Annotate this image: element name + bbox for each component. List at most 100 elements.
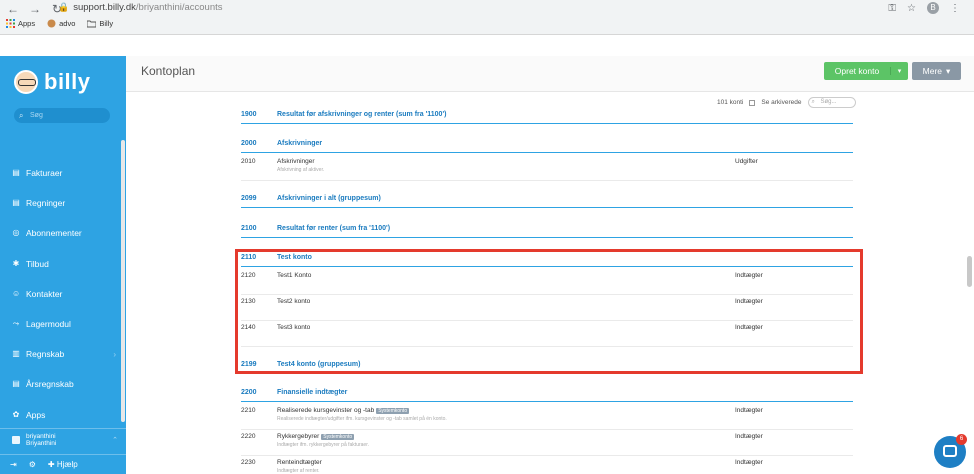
- inventory-icon: ⤳: [12, 319, 20, 329]
- account-description: Afskrivning af aktiver.: [277, 167, 325, 173]
- sidebar-footer: ⇥ ⚙ ✚ Hjælp: [0, 454, 126, 474]
- group-row[interactable]: 2200 Finansielle indtægter: [241, 389, 853, 402]
- sidebar-scrollbar[interactable]: [121, 140, 125, 422]
- chat-badge: 6: [956, 434, 967, 445]
- sidebar-search-input[interactable]: ⌕ Søg: [14, 108, 110, 123]
- sidebar-item-label: Lagermodul: [26, 319, 71, 330]
- apps-grid-icon: [6, 19, 15, 28]
- sidebar-menu: ▤ Fakturaer ▤ Regninger ◎ Abonnementer ✱ Til…: [0, 158, 126, 430]
- account-number: 2220: [241, 433, 256, 440]
- page-title: Kontoplan: [141, 64, 196, 78]
- organization-icon: [12, 435, 20, 444]
- account-number: 2100: [241, 225, 257, 232]
- account-row[interactable]: 2230 Renteindtægter Indtægter af renter. In…: [241, 456, 853, 474]
- settings-icon[interactable]: ⚙: [29, 460, 36, 469]
- help-link[interactable]: ✚ Hjælp: [48, 460, 78, 469]
- chevron-down-icon[interactable]: ▾: [890, 67, 908, 75]
- account-type: Indtægter: [735, 407, 763, 414]
- annual-report-icon: ▤: [12, 379, 20, 389]
- group-row[interactable]: 2000 Afskrivninger: [241, 140, 853, 153]
- billy-face-icon: [14, 70, 38, 94]
- account-name: Afskrivninger: [277, 158, 315, 165]
- sidebar-item-tilbud[interactable]: ✱ Tilbud: [0, 249, 126, 279]
- billy-logo[interactable]: billy: [14, 69, 91, 95]
- highlight-box: [235, 249, 863, 374]
- brand-name: billy: [44, 69, 91, 94]
- profile-avatar[interactable]: B: [927, 2, 939, 14]
- sidebar: billy ⌕ Søg ▤ Fakturaer ▤ Regninger ◎ Abonn…: [0, 56, 126, 474]
- sidebar-item-lagermodul[interactable]: ⤳ Lagermodul: [0, 309, 126, 339]
- chat-icon: [943, 445, 957, 457]
- address-bar[interactable]: 🔒 support.billy.dk/briyanthini/accounts: [58, 2, 223, 13]
- accounts-search-input[interactable]: ⌕ Søg...: [807, 97, 856, 108]
- group-row[interactable]: 1900 Resultat før afskrivninger og renter…: [241, 111, 853, 124]
- chat-launcher[interactable]: 6: [934, 434, 967, 468]
- chevron-down-icon: ▾: [946, 65, 951, 76]
- bookmark-label: advo: [59, 19, 76, 28]
- search-icon: ⌕: [811, 99, 815, 105]
- sidebar-item-label: Apps: [26, 409, 46, 420]
- account-number: 2099: [241, 195, 257, 202]
- help-icon: ✚: [47, 460, 55, 469]
- group-row[interactable]: 2099 Afskrivninger i alt (gruppesum): [241, 195, 853, 208]
- sidebar-item-kontakter[interactable]: ☺ Kontakter: [0, 279, 126, 309]
- advo-favicon-icon: [47, 19, 56, 28]
- sidebar-item-apps[interactable]: ✿ Apps: [0, 400, 126, 430]
- account-name: Afskrivninger i alt (gruppesum): [277, 195, 381, 202]
- account-name: Resultat før afskrivninger og renter (su…: [277, 111, 447, 118]
- url-host: support.billy.dk: [73, 2, 136, 13]
- account-type: Udgifter: [735, 158, 758, 165]
- accounts-toolbar: 101 konti Se arkiverede ⌕ Søg...: [717, 97, 856, 108]
- group-row[interactable]: 2100 Resultat før renter (sum fra '1100'): [241, 225, 853, 238]
- browser-actions: ⚿ ☆ B ⋮: [888, 2, 960, 14]
- sidebar-item-label: Tilbud: [26, 258, 49, 269]
- archived-checkbox[interactable]: [749, 99, 756, 106]
- search-placeholder: Søg: [30, 112, 43, 119]
- search-placeholder: Søg...: [820, 99, 837, 105]
- archived-label: Se arkiverede: [761, 99, 802, 106]
- logout-icon[interactable]: ⇥: [10, 460, 17, 469]
- sidebar-item-aarsregnskab[interactable]: ▤ Årsregnskab: [0, 369, 126, 399]
- account-number: 2010: [241, 158, 256, 165]
- accounting-icon: ▥: [12, 349, 20, 359]
- account-description: Indtægter ifm. rykkergebyrer på fakturae…: [277, 442, 369, 448]
- forward-icon[interactable]: →: [28, 2, 42, 16]
- sidebar-item-abonnementer[interactable]: ◎ Abonnementer: [0, 218, 126, 248]
- account-description: Realiserede indtægter/udgifter ifm. kurs…: [277, 416, 447, 422]
- sidebar-item-regnskab[interactable]: ▥ Regnskab ›: [0, 339, 126, 369]
- bookmark-billy[interactable]: Billy: [87, 19, 113, 28]
- back-icon[interactable]: ←: [6, 2, 20, 16]
- account-type: Indtægter: [735, 433, 763, 440]
- sidebar-item-label: Kontakter: [26, 288, 63, 299]
- bill-icon: ▤: [12, 198, 20, 208]
- sidebar-item-fakturaer[interactable]: ▤ Fakturaer: [0, 158, 126, 188]
- sidebar-item-label: Regnskab: [26, 349, 65, 360]
- menu-dots-icon[interactable]: ⋮: [950, 3, 960, 14]
- folder-icon: [87, 20, 97, 28]
- system-account-badge: Systemkonto: [376, 408, 410, 414]
- bookmark-apps[interactable]: Apps: [6, 19, 35, 28]
- account-row[interactable]: 2210 Realiserede kursgevinster og -tab Sys…: [241, 404, 853, 430]
- bookmark-advo[interactable]: advo: [47, 19, 75, 28]
- account-row[interactable]: 2220 Rykkergebyrer Systemkonto Indtægter if…: [241, 430, 853, 456]
- page-header: Kontoplan Opret konto ▾ Mere ▾: [126, 56, 974, 92]
- sidebar-item-label: Regninger: [26, 198, 66, 209]
- system-account-badge: Systemkonto: [321, 434, 355, 440]
- user-switcher[interactable]: briyanthini Briyanthini ⌃: [0, 428, 126, 450]
- account-row[interactable]: 2010 Afskrivninger Afskrivning af aktiver.…: [241, 155, 853, 181]
- key-icon[interactable]: ⚿: [888, 3, 896, 14]
- account-number: 1900: [241, 111, 257, 118]
- more-button[interactable]: Mere ▾: [912, 62, 961, 80]
- sidebar-item-label: Årsregnskab: [26, 379, 74, 390]
- offer-icon: ✱: [12, 258, 20, 268]
- chevron-right-icon: ›: [113, 349, 116, 359]
- account-name: Finansielle indtægter: [277, 389, 348, 396]
- create-account-button[interactable]: Opret konto ▾: [824, 62, 908, 80]
- account-name: Resultat før renter (sum fra '1100'): [277, 225, 391, 232]
- star-icon[interactable]: ☆: [907, 3, 916, 14]
- account-description: Indtægter af renter.: [277, 468, 320, 474]
- sidebar-item-label: Fakturaer: [26, 168, 63, 179]
- sidebar-item-regninger[interactable]: ▤ Regninger: [0, 188, 126, 218]
- page-scrollbar[interactable]: [967, 256, 972, 287]
- user-org: Briyanthini: [26, 439, 57, 447]
